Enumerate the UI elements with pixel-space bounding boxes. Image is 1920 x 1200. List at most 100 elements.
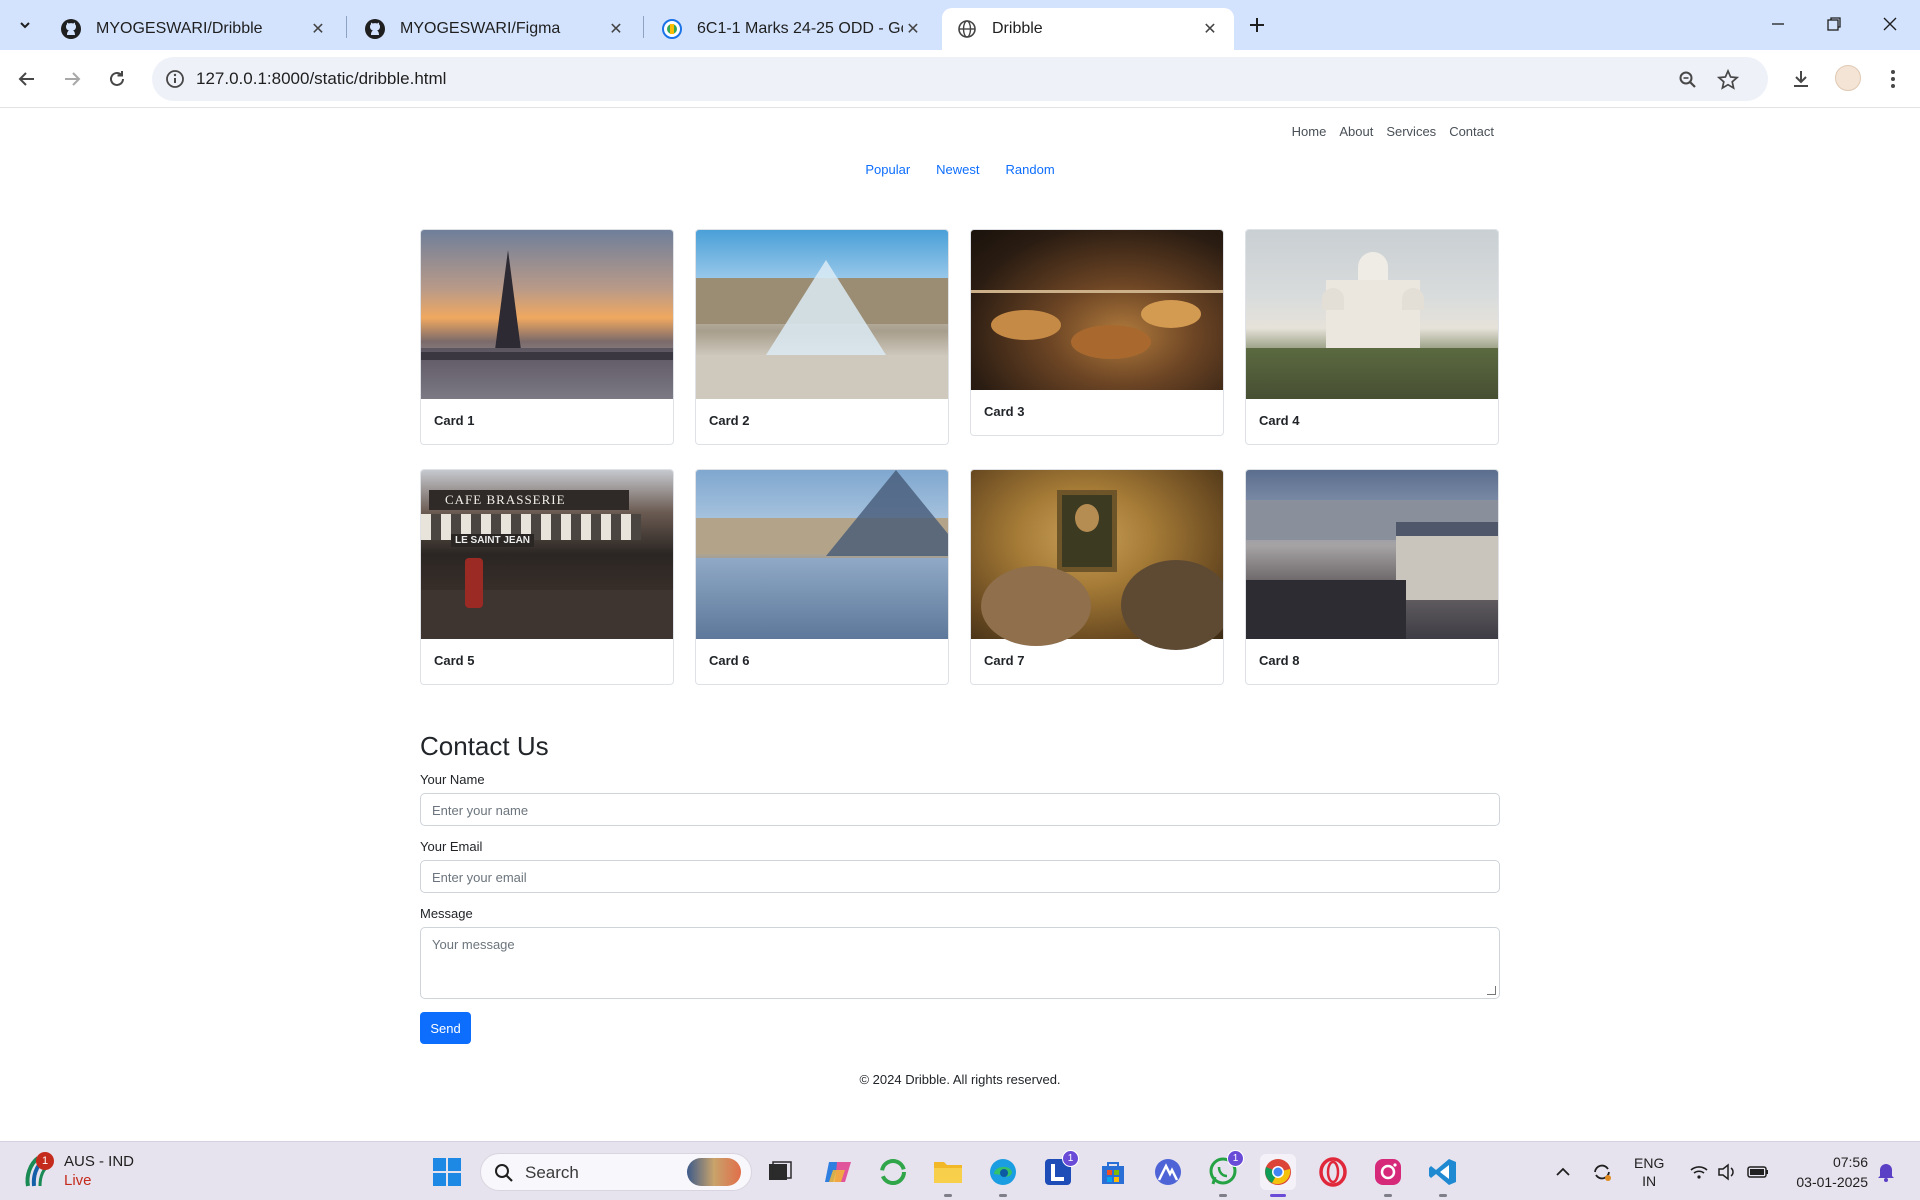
task-view-icon — [769, 1161, 792, 1180]
name-input[interactable]: Enter your name — [420, 793, 1500, 826]
close-tab-icon[interactable]: ✕ — [1200, 19, 1220, 39]
running-indicator — [1384, 1194, 1392, 1197]
close-window-button[interactable] — [1862, 0, 1918, 48]
tab-google-sheets[interactable]: 6C1-1 Marks 24-25 ODD - Goo ✕ — [647, 8, 937, 50]
filter-newest[interactable]: Newest — [936, 162, 979, 177]
start-button[interactable] — [429, 1154, 465, 1190]
match-status: Live — [64, 1172, 92, 1189]
card[interactable]: Card 3 — [970, 229, 1224, 436]
folder-icon — [934, 1162, 962, 1183]
awning-text: LE SAINT JEAN — [451, 534, 535, 547]
sync-status[interactable] — [1588, 1142, 1616, 1200]
bookmark-star-icon[interactable] — [1716, 68, 1740, 92]
card-title: Card 2 — [709, 413, 750, 428]
chrome-app[interactable] — [1260, 1154, 1296, 1197]
card-title: Card 8 — [1259, 653, 1300, 668]
tab-github-dribble[interactable]: MYOGESWARI/Dribble ✕ — [46, 8, 342, 50]
card[interactable]: Card 8 — [1245, 469, 1499, 685]
arrow-right-icon — [65, 72, 81, 86]
send-button[interactable]: Send — [420, 1012, 471, 1044]
wifi-status[interactable] — [1686, 1142, 1712, 1200]
card[interactable]: Card 4 — [1245, 229, 1499, 445]
close-tab-icon[interactable]: ✕ — [606, 19, 626, 39]
card[interactable]: Card 7 — [970, 469, 1224, 685]
copilot-app[interactable] — [820, 1154, 856, 1190]
site-info-icon[interactable] — [164, 68, 186, 90]
message-placeholder: Your message — [432, 937, 515, 952]
volume-status[interactable] — [1714, 1142, 1740, 1200]
running-indicator — [944, 1194, 952, 1197]
tab-search-button[interactable] — [10, 10, 40, 40]
download-icon — [1794, 71, 1808, 87]
card-image-bakery-pastries — [971, 230, 1223, 390]
arc-app[interactable] — [1150, 1154, 1186, 1190]
input-language[interactable]: ENG IN — [1634, 1154, 1664, 1190]
windows-icon — [433, 1158, 461, 1186]
tab-dribble-active[interactable]: Dribble ✕ — [942, 8, 1234, 50]
taskbar-search[interactable]: Search — [480, 1153, 752, 1191]
message-textarea[interactable]: Your message — [420, 927, 1500, 999]
more-vertical-icon — [1891, 70, 1895, 88]
email-input[interactable]: Enter your email — [420, 860, 1500, 893]
teams-app[interactable]: 1 — [1040, 1150, 1079, 1190]
vscode-icon — [1429, 1159, 1456, 1185]
system-clock[interactable]: 07:56 03-01-2025 — [1780, 1152, 1868, 1192]
card[interactable]: Card 1 — [420, 229, 674, 445]
notifications-button[interactable] — [1872, 1142, 1900, 1200]
nav-services[interactable]: Services — [1386, 124, 1436, 139]
profile-avatar[interactable] — [1835, 65, 1861, 91]
address-bar[interactable]: 127.0.0.1:8000/static/dribble.html — [152, 57, 1768, 101]
nav-about[interactable]: About — [1339, 124, 1373, 139]
windows-taskbar: 1 AUS - IND Live Search 1 1 ENG IN 07:56… — [0, 1141, 1920, 1200]
news-widget[interactable]: 1 AUS - IND Live — [22, 1152, 134, 1190]
google-sheets-icon — [661, 18, 683, 40]
new-tab-button[interactable] — [1243, 11, 1271, 39]
filter-random[interactable]: Random — [1006, 162, 1055, 177]
notification-badge: 1 — [1227, 1150, 1244, 1167]
mountain-icon — [1155, 1159, 1181, 1185]
url-text[interactable]: 127.0.0.1:8000/static/dribble.html — [196, 69, 446, 89]
whatsapp-app[interactable]: 1 — [1205, 1150, 1244, 1197]
card-title: Card 3 — [984, 404, 1025, 419]
nav-home[interactable]: Home — [1292, 124, 1327, 139]
card[interactable]: CAFE BRASSERIE LE SAINT JEAN Card 5 — [420, 469, 674, 685]
tab-separator — [643, 16, 644, 38]
edge-app[interactable] — [985, 1154, 1021, 1197]
menu-button[interactable] — [1877, 63, 1909, 95]
zoom-icon[interactable] — [1676, 68, 1700, 92]
opera-app[interactable] — [1315, 1154, 1351, 1190]
show-hidden-icons[interactable] — [1548, 1142, 1578, 1200]
card[interactable]: Card 6 — [695, 469, 949, 685]
card[interactable]: Card 2 — [695, 229, 949, 445]
running-indicator — [999, 1194, 1007, 1197]
downloads-button[interactable] — [1785, 63, 1817, 95]
resize-handle-icon[interactable] — [1487, 986, 1496, 995]
reload-button[interactable] — [101, 63, 133, 95]
restore-button[interactable] — [1806, 0, 1862, 48]
vscode-app[interactable] — [1425, 1154, 1461, 1197]
card-title: Card 6 — [709, 653, 750, 668]
close-tab-icon[interactable]: ✕ — [903, 19, 923, 39]
card-title: Card 5 — [434, 653, 475, 668]
tab-github-figma[interactable]: MYOGESWARI/Figma ✕ — [350, 8, 640, 50]
minimize-button[interactable] — [1750, 0, 1806, 48]
file-explorer-app[interactable] — [930, 1154, 966, 1197]
plus-icon — [1250, 18, 1264, 32]
restore-icon — [1827, 17, 1841, 31]
clock-time: 07:56 — [1832, 1154, 1868, 1170]
battery-status[interactable] — [1744, 1142, 1772, 1200]
footer-copyright: © 2024 Dribble. All rights reserved. — [859, 1072, 1061, 1087]
instagram-app[interactable] — [1370, 1154, 1406, 1197]
forward-button[interactable] — [56, 63, 88, 95]
back-button[interactable] — [11, 63, 43, 95]
clock-date: 03-01-2025 — [1796, 1174, 1868, 1190]
close-tab-icon[interactable]: ✕ — [308, 19, 328, 39]
filter-popular[interactable]: Popular — [865, 162, 910, 177]
cricket-icon: 1 — [22, 1152, 56, 1188]
card-image-mona-lisa — [971, 470, 1223, 650]
store-app[interactable] — [1095, 1154, 1131, 1190]
task-view-button[interactable] — [762, 1154, 798, 1190]
chrome-icon — [1265, 1159, 1291, 1185]
refresh-app[interactable] — [875, 1154, 911, 1190]
nav-contact[interactable]: Contact — [1449, 124, 1494, 139]
